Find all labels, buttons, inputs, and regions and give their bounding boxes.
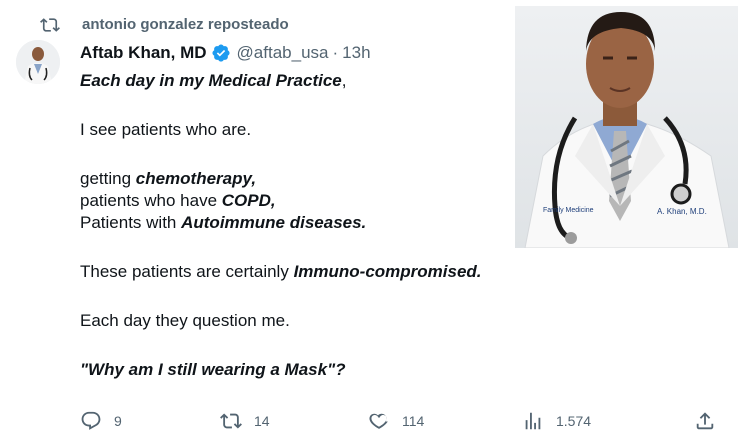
- reply-count: 9: [114, 413, 122, 429]
- text-bold: Autoimmune diseases.: [181, 213, 367, 232]
- repost-icon: [40, 18, 60, 32]
- coat-badge-text: Family Medicine: [543, 207, 594, 214]
- reply-icon: [81, 411, 101, 430]
- timestamp[interactable]: 13h: [342, 43, 370, 63]
- reply-button[interactable]: 9: [80, 408, 122, 434]
- repost-label: antonio gonzalez reposteado: [82, 16, 289, 33]
- separator-dot: ·: [332, 43, 339, 62]
- text-plain: ,: [341, 71, 347, 90]
- text-line: patients who have COPD,: [80, 190, 510, 212]
- text-plain: getting: [80, 169, 136, 188]
- heart-icon: [369, 413, 388, 429]
- repost-icon: [220, 413, 242, 429]
- author-name[interactable]: Aftab Khan, MD: [80, 43, 207, 63]
- doctor-portrait-image: Family Medicine A. Khan, M.D.: [524, 12, 730, 248]
- text-bold: chemotherapy,: [135, 169, 257, 188]
- retweet-count: 14: [254, 413, 270, 429]
- tweet-header: Aftab Khan, MD @aftab_usa · 13h: [80, 42, 371, 64]
- text-plain: Patients with: [80, 213, 182, 232]
- tweet-photo[interactable]: Family Medicine A. Khan, M.D.: [515, 6, 738, 248]
- text-line: These patients are certainly Immuno-comp…: [80, 261, 510, 283]
- views-count: 1.574: [556, 413, 592, 429]
- retweet-button[interactable]: 14: [220, 408, 270, 434]
- text-plain: I see patients who are.: [80, 120, 252, 139]
- share-icon: [696, 412, 714, 430]
- like-button[interactable]: 114: [368, 408, 424, 434]
- text-line: Each day in my Medical Practice,: [80, 70, 510, 92]
- text-plain: Each day they question me.: [80, 311, 290, 330]
- text-line: "Why am I still wearing a Mask"?: [80, 359, 510, 381]
- tweet-actions: 9 14 114 1.574: [0, 408, 742, 434]
- author-handle[interactable]: @aftab_usa: [237, 43, 329, 63]
- text-bold: "Why am I still wearing a Mask"?: [80, 360, 346, 379]
- tweet-text: Each day in my Medical Practice, I see p…: [80, 70, 510, 381]
- text-bold: COPD,: [221, 191, 276, 210]
- text-line: getting chemotherapy,: [80, 168, 510, 190]
- views-icon: [525, 412, 541, 430]
- text-line: I see patients who are.: [80, 119, 510, 141]
- views-button[interactable]: 1.574: [522, 408, 591, 434]
- share-button[interactable]: [694, 408, 716, 434]
- like-count: 114: [402, 413, 425, 429]
- text-bold: Immuno-compromised.: [293, 262, 482, 281]
- text-bold: Each day in my Medical Practice: [80, 71, 342, 90]
- text-plain: patients who have: [80, 191, 222, 210]
- avatar-image: [16, 40, 60, 84]
- text-plain: These patients are certainly: [80, 262, 294, 281]
- coat-name-text: A. Khan, M.D.: [657, 207, 707, 216]
- avatar[interactable]: [16, 40, 60, 84]
- text-line: Patients with Autoimmune diseases.: [80, 212, 510, 234]
- repost-header[interactable]: antonio gonzalez reposteado: [40, 15, 289, 35]
- text-line: Each day they question me.: [80, 310, 510, 332]
- verified-badge-icon: [212, 44, 230, 62]
